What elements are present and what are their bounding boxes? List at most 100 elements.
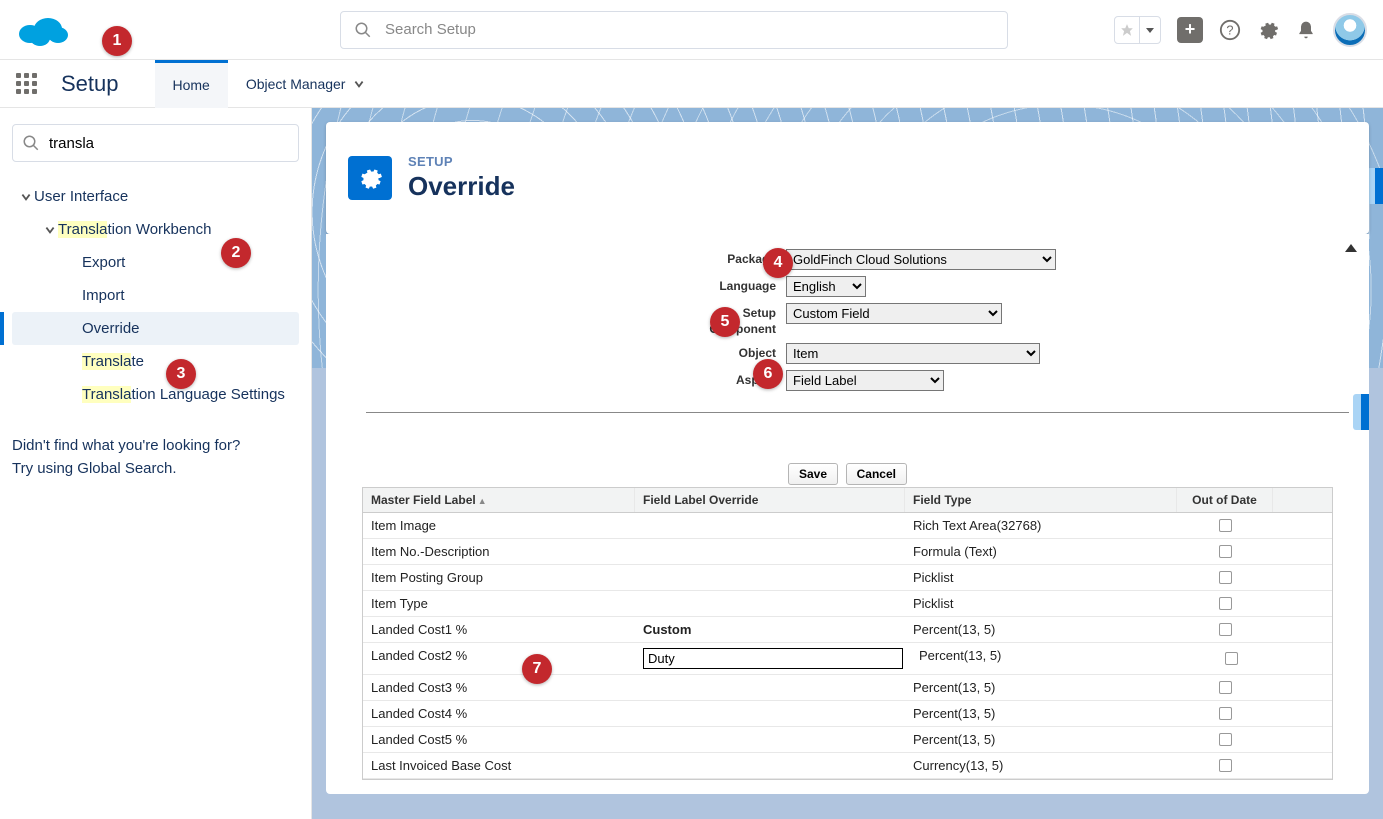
divider	[366, 412, 1349, 413]
table-row[interactable]: Item Posting Group Picklist	[363, 565, 1332, 591]
field-type-cell: Percent(13, 5)	[911, 643, 1183, 674]
table-row[interactable]: Item No.-DescriptionFormula (Text)	[363, 539, 1332, 565]
out-of-date-cell	[1177, 513, 1273, 538]
field-type-cell: Picklist	[905, 565, 1177, 590]
out-of-date-cell	[1183, 643, 1279, 674]
master-label-cell: Landed Cost5 %	[363, 727, 635, 752]
checkbox-icon	[1219, 759, 1232, 772]
override-cell[interactable]	[635, 643, 911, 674]
save-button[interactable]: Save	[788, 463, 838, 485]
col-out-of-date[interactable]: Out of Date	[1177, 488, 1273, 512]
salesforce-logo[interactable]	[16, 12, 68, 48]
tree-translate[interactable]: Translate	[12, 345, 299, 378]
tab-home[interactable]: Home	[155, 60, 228, 108]
override-panel: Package GoldFinch Cloud Solutions Langua…	[326, 234, 1369, 794]
out-of-date-cell	[1177, 565, 1273, 590]
table-row[interactable]: Landed Cost3 %Percent(13, 5)	[363, 675, 1332, 701]
chevron-down-icon	[18, 191, 34, 203]
cancel-button[interactable]: Cancel	[846, 463, 907, 485]
table-row[interactable]: Landed Cost5 %Percent(13, 5)	[363, 727, 1332, 753]
grid-header: Master Field Label▲ Field Label Override…	[363, 488, 1332, 513]
svg-text:?: ?	[1226, 22, 1233, 37]
override-cell[interactable]	[635, 513, 905, 538]
override-cell[interactable]	[635, 565, 905, 590]
field-type-cell: Formula (Text)	[905, 539, 1177, 564]
gear-icon[interactable]	[1257, 19, 1279, 41]
tree-import[interactable]: Import	[12, 279, 299, 312]
override-cell[interactable]	[635, 701, 905, 726]
object-select[interactable]: Item	[786, 343, 1040, 364]
avatar[interactable]	[1333, 13, 1367, 47]
out-of-date-cell	[1177, 675, 1273, 700]
tree-export[interactable]: Export	[12, 246, 299, 279]
field-type-cell: Rich Text Area(32768)	[905, 513, 1177, 538]
language-label: Language	[326, 276, 786, 295]
table-row[interactable]: Landed Cost4 % Percent(13, 5)	[363, 701, 1332, 727]
col-field-type[interactable]: Field Type	[905, 488, 1177, 512]
override-cell[interactable]	[635, 591, 905, 616]
quick-find-input[interactable]	[12, 124, 299, 162]
table-row[interactable]: Item Type Picklist	[363, 591, 1332, 617]
table-row[interactable]: Landed Cost2 % Percent(13, 5)	[363, 643, 1332, 675]
content-area: SETUP Override Package GoldFinch Cloud S…	[312, 108, 1383, 819]
master-label-cell: Item Type	[363, 591, 635, 616]
global-header: + ?	[0, 0, 1383, 60]
language-select[interactable]: English	[786, 276, 866, 297]
help-icon[interactable]: ?	[1219, 19, 1241, 41]
app-launcher-icon[interactable]	[16, 73, 37, 94]
annotation-3: 3	[166, 359, 196, 389]
override-cell[interactable]	[635, 753, 905, 778]
out-of-date-cell	[1177, 701, 1273, 726]
table-row[interactable]: Landed Cost1 %CustomPercent(13, 5)	[363, 617, 1332, 643]
annotation-4: 4	[763, 248, 793, 278]
star-icon	[1115, 17, 1140, 43]
side-flag-icon[interactable]	[1367, 168, 1383, 204]
annotation-1: 1	[102, 26, 132, 56]
override-cell[interactable]	[635, 727, 905, 752]
add-button[interactable]: +	[1177, 17, 1203, 43]
master-label-cell: Last Invoiced Base Cost	[363, 753, 635, 778]
bell-icon[interactable]	[1295, 19, 1317, 41]
aspect-select[interactable]: Field Label	[786, 370, 944, 391]
override-cell[interactable]: Custom	[635, 617, 905, 642]
out-of-date-cell	[1177, 753, 1273, 778]
tree-override[interactable]: Override	[12, 312, 299, 345]
col-field-label-override[interactable]: Field Label Override	[635, 488, 905, 512]
tree-label: Translation Workbench	[58, 221, 211, 238]
master-label-cell: Item Posting Group	[363, 565, 635, 590]
aspect-label: Aspect	[326, 370, 786, 389]
table-row[interactable]: Last Invoiced Base CostCurrency(13, 5)	[363, 753, 1332, 779]
checkbox-icon	[1225, 652, 1238, 665]
master-label-cell: Landed Cost4 %	[363, 701, 635, 726]
annotation-6: 6	[753, 359, 783, 389]
global-search-input[interactable]	[340, 11, 1008, 49]
page-eyebrow: SETUP	[408, 154, 515, 169]
field-type-cell: Percent(13, 5)	[905, 701, 1177, 726]
tab-object-manager[interactable]: Object Manager	[228, 60, 384, 108]
side-flag-icon[interactable]	[1353, 394, 1369, 430]
favorites-dropdown[interactable]	[1114, 16, 1161, 44]
sidebar-help-text: Didn't find what you're looking for? Try…	[12, 435, 299, 480]
override-cell[interactable]	[635, 539, 905, 564]
setup-sidebar: User Interface Translation Workbench Exp…	[0, 108, 312, 819]
master-label-cell: Item Image	[363, 513, 635, 538]
master-label-cell: Landed Cost2 %	[363, 643, 635, 674]
tree-translation-language-settings[interactable]: Translation Language Settings	[12, 378, 299, 411]
override-cell[interactable]	[635, 675, 905, 700]
table-row[interactable]: Item Image Rich Text Area(32768)	[363, 513, 1332, 539]
object-label: Object	[326, 343, 786, 362]
context-nav: Setup Home Object Manager	[0, 60, 1383, 108]
package-select[interactable]: GoldFinch Cloud Solutions	[786, 249, 1056, 270]
scroll-up-icon[interactable]	[1345, 244, 1357, 252]
checkbox-icon	[1219, 519, 1232, 532]
setup-component-select[interactable]: Custom Field	[786, 303, 1002, 324]
checkbox-icon	[1219, 623, 1232, 636]
col-master-field-label[interactable]: Master Field Label▲	[363, 488, 635, 512]
checkbox-icon	[1219, 733, 1232, 746]
field-type-cell: Picklist	[905, 591, 1177, 616]
override-input[interactable]	[643, 648, 903, 669]
tree-label: User Interface	[34, 188, 128, 205]
tree-user-interface[interactable]: User Interface	[12, 180, 299, 213]
app-name: Setup	[61, 71, 119, 97]
tree-translation-workbench[interactable]: Translation Workbench	[12, 213, 299, 246]
